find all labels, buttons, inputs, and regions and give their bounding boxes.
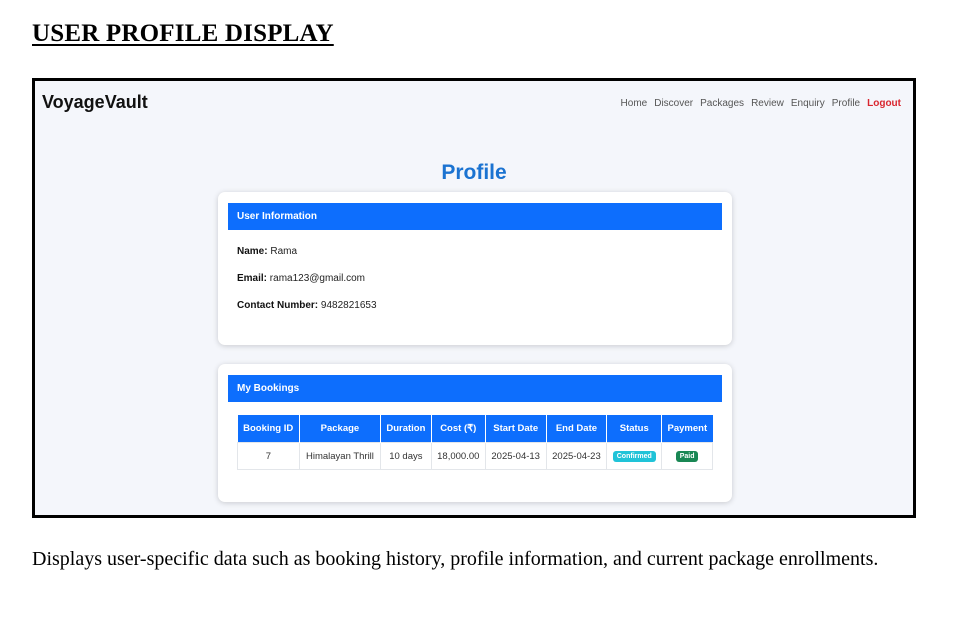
column-header: Booking ID [237,415,300,443]
column-header: Duration [380,415,432,443]
email-label: Email: [237,273,268,284]
column-header: Cost (₹) [431,415,486,443]
nav-logout[interactable]: Logout [867,98,901,109]
screenshot-frame: VoyageVault Home Discover Packages Revie… [32,78,916,518]
contact-label: Contact Number: [237,300,319,311]
status-cell: Confirmed [606,442,663,470]
duration-cell: 10 days [380,442,432,470]
document-title: USER PROFILE DISPLAY [32,20,334,47]
column-header: Payment [661,415,713,443]
page-title: Profile [441,161,507,184]
app-window: VoyageVault Home Discover Packages Revie… [35,81,913,515]
table-row: 7 Himalayan Thrill 10 days 18,000.00 202… [237,442,713,470]
column-header: Start Date [485,415,547,443]
user-information-card: User Information Name: Rama Email: rama1… [218,192,732,345]
email-row: Email: rama123@gmail.com [237,273,365,284]
nav-review[interactable]: Review [751,98,784,109]
start-date-cell: 2025-04-13 [484,442,547,470]
top-nav: Home Discover Packages Review Enquiry Pr… [621,98,901,109]
nav-packages[interactable]: Packages [700,98,744,109]
my-bookings-card: My Bookings Booking ID Package Duration … [218,364,732,502]
contact-value: 9482821653 [320,300,377,311]
booking-id-cell: 7 [237,442,300,470]
bookings-table: Booking ID Package Duration Cost (₹) Sta… [237,415,713,470]
contact-row: Contact Number: 9482821653 [237,300,377,311]
column-header: End Date [546,415,608,443]
brand-logo[interactable]: VoyageVault [42,92,148,113]
name-label: Name: [237,246,268,257]
end-date-cell: 2025-04-23 [545,442,608,470]
payment-cell: Paid [661,442,713,470]
payment-badge: Paid [675,451,699,462]
user-information-header: User Information [228,203,722,230]
nav-enquiry[interactable]: Enquiry [791,98,825,109]
name-value: Rama [270,246,298,257]
my-bookings-header: My Bookings [228,375,722,402]
table-header-row: Booking ID Package Duration Cost (₹) Sta… [237,415,713,443]
column-header: Status [606,415,663,443]
email-value: rama123@gmail.com [269,273,365,284]
cost-cell: 18,000.00 [430,442,486,470]
name-row: Name: Rama [237,246,297,257]
nav-profile[interactable]: Profile [832,98,860,109]
nav-discover[interactable]: Discover [654,98,693,109]
column-header: Package [299,415,382,443]
package-cell: Himalayan Thrill [298,442,382,470]
document-caption: Displays user-specific data such as book… [32,548,879,570]
nav-home[interactable]: Home [621,98,648,109]
status-badge: Confirmed [612,451,656,462]
